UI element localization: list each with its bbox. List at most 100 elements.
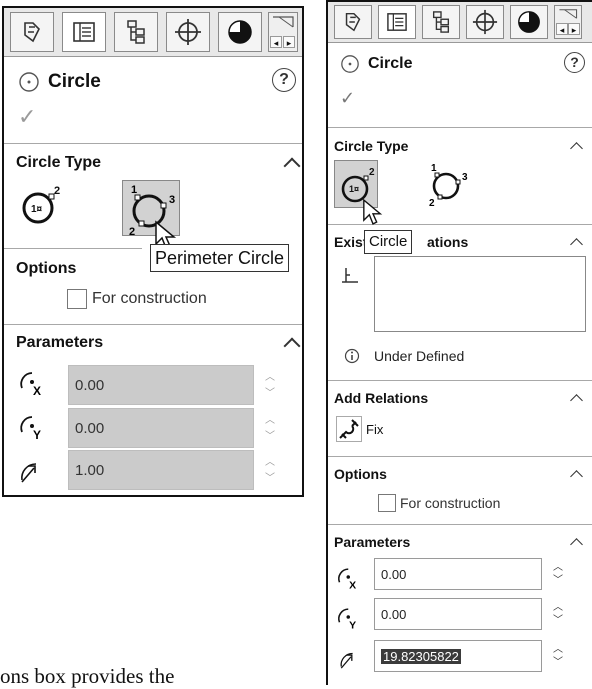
for-construction-label: For construction [400,495,501,511]
circle-property-manager-left: ◂ ▸ Circle ? ✓ Circle Type 1¤ 2 1 3 2 Pe… [2,6,304,497]
svg-text:2: 2 [129,226,135,237]
manager-tabs: ◂ ▸ [4,8,302,57]
collapse-circle-type-chevron[interactable] [570,142,583,155]
circle-feature-icon [341,55,359,73]
center-y-icon: Y [20,416,41,440]
svg-text:2: 2 [429,198,435,208]
display-manager-icon [228,20,252,44]
collapse-circle-type-chevron[interactable] [283,157,301,175]
tab-scroll-right-button[interactable]: ▸ [568,23,580,35]
tab-scroll-left-button[interactable]: ◂ [270,36,282,48]
tab-scroll: ◂ ▸ [268,12,298,52]
help-button[interactable]: ? [564,52,585,73]
svg-text:1¤: 1¤ [31,204,43,215]
center-x-icon: X [20,372,41,396]
svg-text:Y: Y [33,428,41,440]
for-construction-checkbox[interactable] [378,494,396,512]
tab-display-manager[interactable] [510,5,548,39]
section-parameters-label: Parameters [16,334,104,351]
radius-selected-value: 19.82305822 [381,648,461,664]
ok-check-button[interactable]: ✓ [18,104,36,130]
tab-scroll-right-button[interactable]: ▸ [283,36,295,48]
center-y-input[interactable]: 0.00 [68,408,254,448]
center-circle-icon: 1¤ 2 [22,185,60,224]
tab-property-manager[interactable] [378,5,416,39]
info-icon [344,348,360,364]
relation-icon [342,268,358,283]
for-construction-label: For construction [92,290,207,307]
circle-feature-icon [19,72,39,92]
tab-feature-manager[interactable] [334,5,372,39]
radius-icon [21,463,37,483]
section-circle-type-label: Circle Type [334,138,409,154]
anchor-icon [336,416,362,442]
separator [328,456,592,457]
center-x-input[interactable]: 0.00 [374,558,542,590]
center-y-spinner[interactable]: ︿ ﹀ [550,600,566,630]
radius-input[interactable]: 19.82305822 [374,640,542,672]
tab-scroll: ◂ ▸ [554,5,582,39]
center-x-spinner[interactable]: ︿ ﹀ [550,560,566,590]
page-title: Circle [368,55,413,72]
configuration-manager-icon [432,11,450,33]
perimeter-circle-button[interactable]: 1 3 2 [424,160,472,208]
tab-feature-manager[interactable] [10,12,54,52]
collapse-add-relations-chevron[interactable] [570,394,583,407]
svg-text:2: 2 [369,167,375,178]
manager-tabs: ◂ ▸ [328,2,592,43]
collapse-parameters-chevron[interactable] [570,538,583,551]
tab-overflow-icon [273,16,294,28]
circle-property-manager-right: ◂ ▸ Circle ? ✓ Circle Type 1¤ 2 1 3 2 Ex… [326,0,592,685]
existing-relations-list[interactable] [374,256,586,332]
perimeter-circle-icon: 1 3 2 [429,163,468,208]
center-y-icon: Y [338,608,356,630]
radius-spinner[interactable]: ︿ ﹀ [550,642,566,672]
svg-text:X: X [33,384,41,396]
tab-configuration-manager[interactable] [114,12,158,52]
section-options-label: Options [16,260,77,277]
help-button[interactable]: ? [272,68,296,92]
center-x-spinner[interactable]: ︿ ﹀ [260,367,280,403]
separator [4,143,302,144]
svg-text:2: 2 [54,185,60,197]
tab-property-manager[interactable] [62,12,106,52]
center-x-input[interactable]: 0.00 [68,365,254,405]
collapse-options-chevron[interactable] [570,470,583,483]
tab-configuration-manager[interactable] [422,5,460,39]
for-construction-checkbox[interactable] [67,289,87,309]
svg-text:1¤: 1¤ [349,184,359,194]
collapse-existing-relations-chevron[interactable] [570,238,583,251]
center-circle-button[interactable]: 1¤ 2 [14,180,64,226]
svg-text:1: 1 [131,184,137,196]
separator [328,524,592,525]
collapse-parameters-chevron[interactable] [283,337,301,355]
status-text: Under Defined [374,348,465,364]
center-x-icon: X [338,568,356,590]
section-existing-relations-label-end: ations [427,234,469,250]
center-y-input[interactable]: 0.00 [374,598,542,630]
feature-manager-icon [345,12,361,32]
fix-relation-button[interactable]: Fix [336,416,400,442]
tooltip-circle: Circle [364,230,413,254]
separator [328,380,592,381]
svg-text:Y: Y [349,619,356,630]
display-manager-icon [518,11,540,33]
section-existing-relations-label-start: Exist [334,234,368,250]
separator [4,248,142,249]
tab-dimxpert-manager[interactable] [466,5,504,39]
tab-dimxpert-manager[interactable] [166,12,210,52]
center-y-spinner[interactable]: ︿ ﹀ [260,410,280,446]
section-circle-type-label: Circle Type [16,154,102,171]
tab-display-manager[interactable] [218,12,262,52]
section-parameters-label: Parameters [334,534,411,550]
radius-input[interactable]: 1.00 [68,450,254,490]
configuration-manager-icon [127,20,145,44]
tab-scroll-left-button[interactable]: ◂ [556,23,568,35]
tab-overflow-icon [559,9,578,19]
section-options-label: Options [334,466,387,482]
crosshair-icon [175,19,201,45]
fix-label: Fix [366,422,384,437]
document-caption-text: ons box provides the [0,664,175,688]
ok-check-button[interactable]: ✓ [340,88,355,109]
radius-spinner[interactable]: ︿ ﹀ [260,452,280,488]
